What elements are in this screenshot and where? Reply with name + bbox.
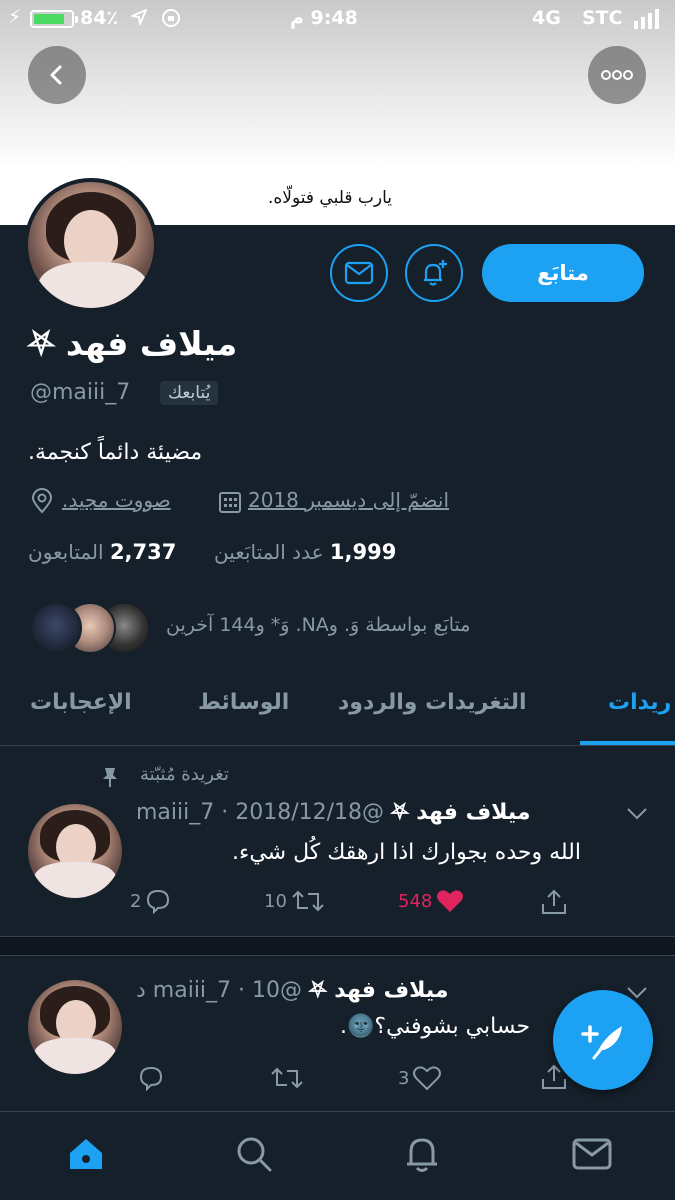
profile-avatar[interactable] — [24, 178, 158, 312]
follows-you-badge: يُتابعك — [160, 381, 219, 405]
reply-button[interactable]: 2 — [130, 888, 171, 914]
followers-stat[interactable]: 2,737 المتابعون — [28, 540, 176, 564]
home-icon — [70, 1139, 102, 1169]
chevron-left-icon — [50, 65, 62, 85]
followers-count: 2,737 — [109, 540, 177, 564]
notifications-button[interactable] — [405, 244, 463, 302]
bell-icon — [407, 1138, 437, 1172]
share-button[interactable] — [540, 888, 568, 916]
active-tab-indicator — [580, 741, 675, 745]
retweet-icon — [271, 1067, 303, 1089]
reply-count: 2 — [130, 890, 142, 912]
retweet-icon — [292, 890, 324, 912]
pin-icon — [100, 766, 120, 792]
tweet-text: حسابي بشوفني؟🌚. — [340, 1014, 531, 1039]
tweet-avatar[interactable] — [28, 804, 122, 898]
tweet-handle-date: @maiii_7 · 10 د — [136, 978, 303, 1003]
charging-icon: ⚡ — [8, 6, 22, 28]
nav-messages[interactable] — [570, 1132, 614, 1176]
envelope-icon — [572, 1138, 612, 1170]
tab-media[interactable]: الوسائط — [198, 690, 289, 715]
profile-handle: @maiii_7 — [30, 380, 131, 405]
banner-text: يارب قلبي فتولّاه. — [267, 188, 393, 208]
profile-bio: مضيئة دائماً كنجمة. — [28, 440, 203, 465]
follow-button[interactable]: متابَع — [482, 244, 644, 302]
heart-icon — [413, 1066, 442, 1091]
pinned-label: تغريدة مُثبّتة — [140, 764, 229, 785]
tweet-author-name[interactable]: ميلاف فهد ⛧ — [309, 978, 448, 1003]
compose-tweet-button[interactable] — [553, 990, 653, 1090]
reply-icon — [139, 1066, 163, 1091]
profile-location[interactable]: صووت مجيد. — [62, 488, 171, 512]
profile-tabs: ريدات التغريدات والردود الوسائط الإعجابا… — [0, 672, 675, 746]
tab-tweets[interactable]: ريدات — [608, 690, 671, 715]
nav-notifications[interactable] — [400, 1132, 444, 1176]
signal-icon — [634, 9, 662, 34]
compose-feather-icon — [581, 1025, 622, 1060]
nav-home[interactable] — [64, 1132, 108, 1176]
followers-label: المتابعون — [28, 540, 104, 564]
tweet-handle-date: @maiii_7 · 2018/12/18 — [136, 800, 385, 825]
reply-button[interactable] — [138, 1065, 164, 1091]
carrier-name: STC — [582, 7, 623, 29]
tweet-separator — [0, 936, 675, 956]
more-options-button[interactable] — [588, 46, 646, 104]
battery-percent: 84٪ — [80, 7, 119, 29]
chevron-down-icon[interactable] — [626, 806, 648, 825]
clock: 9:48 م — [290, 7, 358, 29]
retweet-count: 10 — [264, 890, 287, 912]
envelope-icon — [344, 261, 374, 285]
bell-plus-icon — [424, 260, 447, 286]
calendar-icon — [218, 490, 242, 518]
following-count: 1,999 — [329, 540, 397, 564]
like-button[interactable]: 548 — [398, 888, 464, 914]
reply-icon — [147, 889, 170, 914]
bottom-navigation — [0, 1111, 675, 1200]
location-pin-icon — [30, 488, 54, 518]
nav-search[interactable] — [232, 1132, 276, 1176]
location-icon — [130, 8, 148, 31]
tab-likes[interactable]: الإعجابات — [30, 690, 132, 715]
tweet-text: الله وحده بجوارك اذا ارهقك كُل شيء. — [232, 840, 581, 865]
tab-tweets-replies[interactable]: التغريدات والردود — [338, 690, 527, 715]
profile-joined: انضمّ إلى ديسمبر 2018 — [248, 488, 450, 512]
profile-name: ميلاف فهد ⛧ — [28, 324, 238, 363]
back-button[interactable] — [28, 46, 86, 104]
like-button[interactable]: 3 — [398, 1065, 442, 1091]
battery-icon — [30, 10, 78, 28]
retweet-button[interactable] — [270, 1065, 304, 1091]
heart-filled-icon — [437, 890, 464, 912]
message-button[interactable] — [330, 244, 388, 302]
like-count: 548 — [398, 890, 433, 912]
following-label: عدد المتابَعين — [214, 540, 324, 564]
rotation-lock-icon — [160, 7, 182, 34]
tweet-author-name[interactable]: ميلاف فهد ⛧ — [391, 800, 530, 825]
network-type: 4G — [532, 7, 561, 29]
share-icon — [542, 889, 566, 914]
status-bar: ⚡ 84٪ 9:48 م 4G STC — [0, 0, 675, 36]
tweet-avatar[interactable] — [28, 980, 122, 1074]
follower-avatar[interactable] — [30, 602, 82, 654]
more-icon — [601, 70, 633, 80]
retweet-button[interactable]: 10 — [264, 888, 325, 914]
search-icon — [237, 1137, 272, 1172]
following-stat[interactable]: 1,999 عدد المتابَعين — [214, 540, 396, 564]
followed-by-text[interactable]: متابَع بواسطة وَ. وNA. وَ* و144 آخرين — [166, 614, 470, 636]
like-count: 3 — [398, 1067, 410, 1089]
